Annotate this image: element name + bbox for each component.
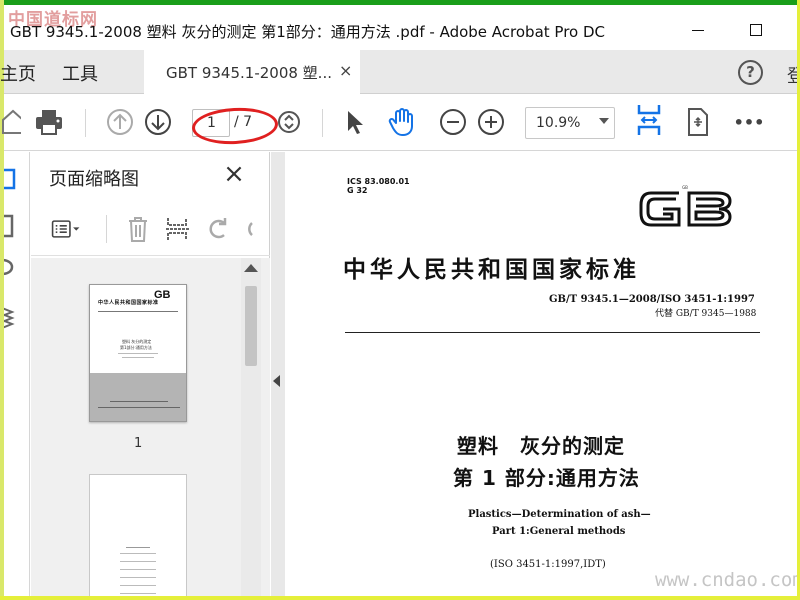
thumb-rule [126, 547, 150, 548]
doc-ics: ICS 83.080.01 G 32 [347, 177, 410, 195]
doc-replaces: 代替 GB/T 9345—1988 [655, 309, 757, 319]
thumb-rule [110, 401, 168, 402]
page-thumbnail[interactable]: GB 中华人民共和国国家标准 塑料 灰分的测定 第1部分:通用方法 [89, 284, 187, 422]
doc-rule [345, 332, 760, 333]
home-icon[interactable] [0, 107, 26, 137]
minimize-button[interactable] [684, 17, 712, 43]
doc-cn-title: 塑料 灰分的测定 [457, 434, 625, 458]
hand-icon[interactable] [387, 107, 417, 137]
thumb-rule [120, 585, 156, 586]
close-panel-icon[interactable]: × [221, 160, 247, 188]
zoom-value: 10.9% [536, 115, 581, 131]
tab-bar: 主页 工具 GBT 9345.1-2008 塑... × ? 登 [0, 50, 800, 94]
left-navigation-rail [0, 152, 30, 596]
rotate-cw-icon[interactable] [239, 214, 269, 244]
select-icon[interactable] [340, 107, 370, 137]
zoom-in-icon[interactable] [476, 107, 506, 137]
thumbnail-options-icon[interactable] [51, 214, 81, 244]
toolbar-separator [106, 215, 107, 243]
thumb-rule [118, 353, 158, 354]
toolbar-separator [85, 109, 86, 137]
tab-document[interactable]: GBT 9345.1-2008 塑... × [144, 50, 360, 94]
panel-splitter[interactable] [271, 152, 285, 596]
thumbnail-scrollbar[interactable] [241, 258, 261, 596]
thumb-text-line: 第1部分:通用方法 [120, 345, 152, 350]
minimize-icon [692, 29, 704, 31]
zoom-select[interactable]: 10.9% [525, 107, 615, 139]
zoom-out-icon[interactable] [438, 107, 468, 137]
doc-standard-code: GB/T 9345.1—2008/ISO 3451-1:1997 [549, 294, 755, 305]
watermark-bottom: www.cndao.com [655, 569, 800, 591]
thumb-view-area [90, 373, 186, 421]
thumb-rule [120, 577, 156, 578]
panel-title: 页面缩略图 [49, 169, 139, 190]
document-view: ICS 83.080.01 G 32 GB 中华人民共和国国家标准 GB/T 9… [285, 152, 797, 596]
thumb-rule [120, 569, 156, 570]
collapse-panel-icon[interactable] [273, 375, 280, 387]
title-bar: 中国道标网 GBT 9345.1-2008 塑料 灰分的测定 第1部分：通用方法… [4, 5, 797, 50]
thumb-rule [120, 553, 156, 554]
thumbnail-page-label: 1 [134, 436, 143, 451]
doc-en-title: Plastics—Determination of ash— [468, 509, 651, 520]
thumb-rule [122, 357, 154, 358]
thumb-rule [120, 593, 156, 594]
page-stepper-icon[interactable] [274, 107, 304, 137]
window-title: GBT 9345.1-2008 塑料 灰分的测定 第1部分：通用方法 .pdf … [10, 23, 605, 41]
print-icon[interactable] [34, 107, 64, 137]
help-icon[interactable]: ? [738, 60, 763, 85]
window-frame-bottom [0, 596, 800, 600]
thumb-rule [98, 311, 178, 312]
scroll-up-icon[interactable] [244, 264, 258, 272]
panel-toolbar [31, 202, 270, 256]
fit-width-icon[interactable] [634, 105, 664, 135]
doc-ics-code: ICS 83.080.01 [347, 177, 410, 186]
page-thumbnails-icon[interactable] [0, 166, 28, 194]
gb-logo: GB [639, 185, 732, 227]
delete-page-icon[interactable] [123, 214, 153, 244]
page-down-icon[interactable] [143, 107, 173, 137]
tab-tools[interactable]: 工具 [62, 60, 98, 86]
thumb-title: 中华人民共和国国家标准 [98, 300, 159, 306]
chevron-down-icon [599, 118, 609, 124]
tab-document-label: GBT 9345.1-2008 塑... [166, 63, 332, 82]
page-thumbnail[interactable] [89, 474, 187, 596]
thumbnail-list: GB 中华人民共和国国家标准 塑料 灰分的测定 第1部分:通用方法 1 [31, 258, 270, 596]
close-tab-icon[interactable]: × [339, 61, 352, 80]
gb-logo-label: GB [682, 185, 688, 190]
page-thumbnails-panel: 页面缩略图 × GB 中华人民共和国国家标准 塑料 灰分的测定 第1部分:通用方… [31, 152, 270, 596]
thumb-rule [120, 561, 156, 562]
page-up-icon[interactable] [105, 107, 135, 137]
more-icon[interactable]: ••• [734, 107, 765, 137]
toolbar: 1 / 7 10.9% ••• [2, 95, 797, 151]
rotate-ccw-icon[interactable] [203, 214, 233, 244]
extract-page-icon[interactable] [163, 214, 193, 244]
scrollbar-thumb[interactable] [245, 286, 257, 366]
maximize-button[interactable] [742, 17, 770, 43]
doc-g-code: G 32 [347, 186, 368, 195]
layers-icon[interactable] [1, 302, 28, 330]
doc-cn-subtitle: 第 1 部分:通用方法 [453, 466, 640, 490]
doc-main-title: 中华人民共和国国家标准 [343, 256, 640, 283]
bookmarks-icon[interactable] [0, 212, 28, 240]
rotate-page-icon[interactable] [683, 107, 713, 137]
doc-iso-equivalence: (ISO 3451-1:1997,IDT) [490, 559, 606, 570]
toolbar-separator [322, 109, 323, 137]
doc-en-subtitle: Part 1:General methods [492, 526, 626, 537]
thumb-rule [98, 407, 180, 408]
maximize-icon [750, 24, 762, 36]
attachments-icon[interactable] [1, 254, 28, 282]
tab-home[interactable]: 主页 [0, 60, 36, 86]
